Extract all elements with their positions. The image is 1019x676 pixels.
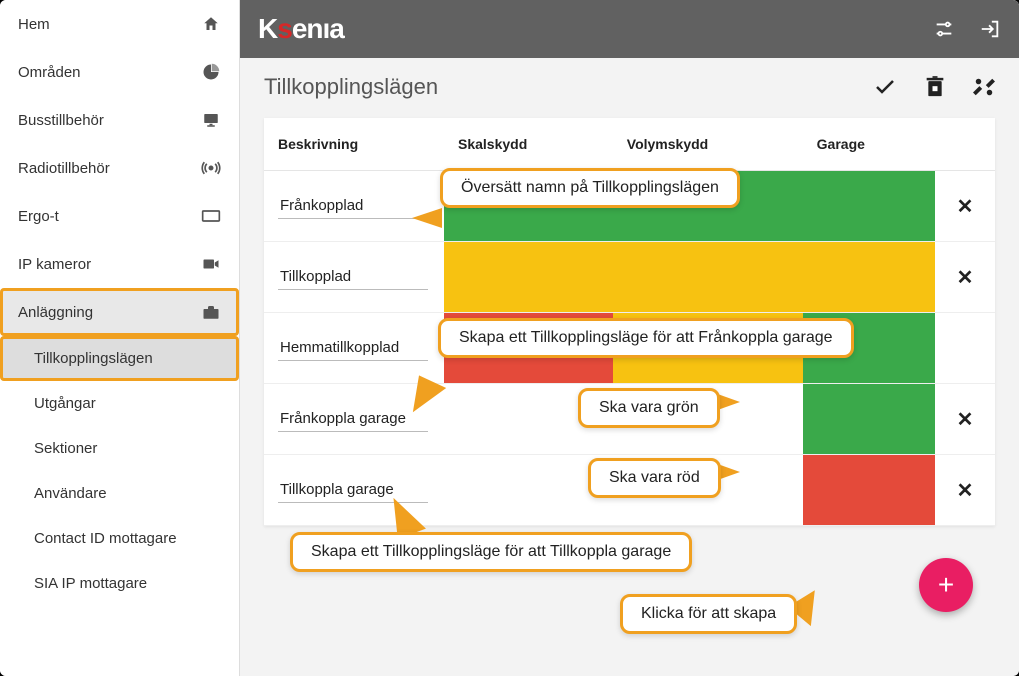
color-block-yellow xyxy=(613,242,803,312)
cell-action: ✕ xyxy=(935,242,995,313)
topbar: Ksenıa xyxy=(240,0,1019,58)
color-cell[interactable] xyxy=(803,242,935,313)
cell-description: Frånkopplad xyxy=(264,171,444,242)
callout-click-create: Klicka för att skapa xyxy=(620,594,797,634)
sidebar-submenu: Tillkopplingslägen Utgångar Sektioner An… xyxy=(0,336,239,606)
home-icon xyxy=(201,14,221,34)
color-cell[interactable] xyxy=(613,242,803,313)
color-cell[interactable] xyxy=(444,242,613,313)
logout-icon[interactable] xyxy=(979,18,1001,40)
sidebar-item-label: Anläggning xyxy=(18,304,201,321)
sidebar-item-label: Busstillbehör xyxy=(18,112,201,129)
remove-row-icon[interactable]: ✕ xyxy=(957,409,974,431)
sidebar-item-label: Hem xyxy=(18,16,201,33)
sub-item-arming-modes[interactable]: Tillkopplingslägen xyxy=(0,336,239,381)
th-garage: Garage xyxy=(803,118,935,171)
th-shell: Skalskydd xyxy=(444,118,613,171)
color-cell[interactable] xyxy=(803,171,935,242)
remove-row-icon[interactable]: ✕ xyxy=(957,267,974,289)
cell-description: Tillkopplad xyxy=(264,242,444,313)
color-cell[interactable] xyxy=(803,455,935,526)
sidebar-item-ergot[interactable]: Ergo-t xyxy=(0,192,239,240)
sidebar-item-bus[interactable]: Busstillbehör xyxy=(0,96,239,144)
sub-item-users[interactable]: Användare xyxy=(0,471,239,516)
page-header: Tillkopplingslägen xyxy=(240,58,1019,100)
sidebar-item-areas[interactable]: Områden xyxy=(0,48,239,96)
sidebar-item-installation[interactable]: Anläggning xyxy=(0,288,239,336)
callout-create-arm: Skapa ett Tillkopplingsläge för att Till… xyxy=(290,532,692,572)
sub-item-outputs[interactable]: Utgångar xyxy=(0,381,239,426)
cell-action: ✕ xyxy=(935,171,995,242)
description-input[interactable]: Hemmatillkopplad xyxy=(278,335,428,361)
sub-item-contactid[interactable]: Contact ID mottagare xyxy=(0,516,239,561)
table-row: Tillkopplad ✕ xyxy=(264,242,995,313)
radio-icon xyxy=(201,158,221,178)
sub-item-sections[interactable]: Sektioner xyxy=(0,426,239,471)
camera-icon xyxy=(201,254,221,274)
monitor-icon xyxy=(201,110,221,130)
th-actions xyxy=(935,118,995,171)
sidebar-item-home[interactable]: Hem xyxy=(0,0,239,48)
description-input[interactable]: Tillkopplad xyxy=(278,264,428,290)
sidebar-item-label: Radiotillbehör xyxy=(18,160,201,177)
cell-description: Hemmatillkopplad xyxy=(264,313,444,384)
color-block-yellow xyxy=(444,242,613,312)
pie-icon xyxy=(201,62,221,82)
sidebar-item-radio[interactable]: Radiotillbehör xyxy=(0,144,239,192)
fab-add[interactable]: + xyxy=(919,558,973,612)
logo: Ksenıa xyxy=(258,13,344,45)
briefcase-icon xyxy=(201,302,221,322)
settings-icon[interactable] xyxy=(933,18,955,40)
remove-row-icon[interactable]: ✕ xyxy=(957,196,974,218)
cell-action xyxy=(935,313,995,384)
color-block-red xyxy=(803,455,935,525)
callout-create-disarm: Skapa ett Tillkopplingsläge för att Från… xyxy=(438,318,854,358)
remove-row-icon[interactable]: ✕ xyxy=(957,480,974,502)
callout-red: Ska vara röd xyxy=(588,458,721,498)
sidebar-item-label: IP kameror xyxy=(18,256,201,273)
tools-icon[interactable] xyxy=(973,76,995,98)
sidebar-item-cameras[interactable]: IP kameror xyxy=(0,240,239,288)
sub-item-siaip[interactable]: SIA IP mottagare xyxy=(0,561,239,606)
main-panel: Ksenıa Tillkopplingslägen xyxy=(240,0,1019,676)
sidebar-item-label: Ergo-t xyxy=(18,208,201,225)
sidebar: Hem Områden Busstillbehör Radiotillbehör… xyxy=(0,0,240,676)
sidebar-item-label: Områden xyxy=(18,64,201,81)
description-input[interactable]: Frånkopplad xyxy=(278,193,428,219)
color-block-green xyxy=(803,384,935,454)
color-block-green xyxy=(803,171,935,241)
callout-translate: Översätt namn på Tillkopplingslägen xyxy=(440,168,740,208)
delete-icon[interactable] xyxy=(925,76,945,98)
description-input[interactable]: Frånkoppla garage xyxy=(278,406,428,432)
callout-green: Ska vara grön xyxy=(578,388,720,428)
color-block-yellow xyxy=(803,242,935,312)
color-cell[interactable] xyxy=(803,384,935,455)
th-description: Beskrivning xyxy=(264,118,444,171)
cell-action: ✕ xyxy=(935,455,995,526)
th-volume: Volymskydd xyxy=(613,118,803,171)
check-icon[interactable] xyxy=(873,75,897,99)
page-title: Tillkopplingslägen xyxy=(264,74,438,100)
cell-action: ✕ xyxy=(935,384,995,455)
content-area: Beskrivning Skalskydd Volymskydd Garage … xyxy=(240,100,1019,544)
plus-icon: + xyxy=(938,569,954,601)
rect-icon xyxy=(201,206,221,226)
